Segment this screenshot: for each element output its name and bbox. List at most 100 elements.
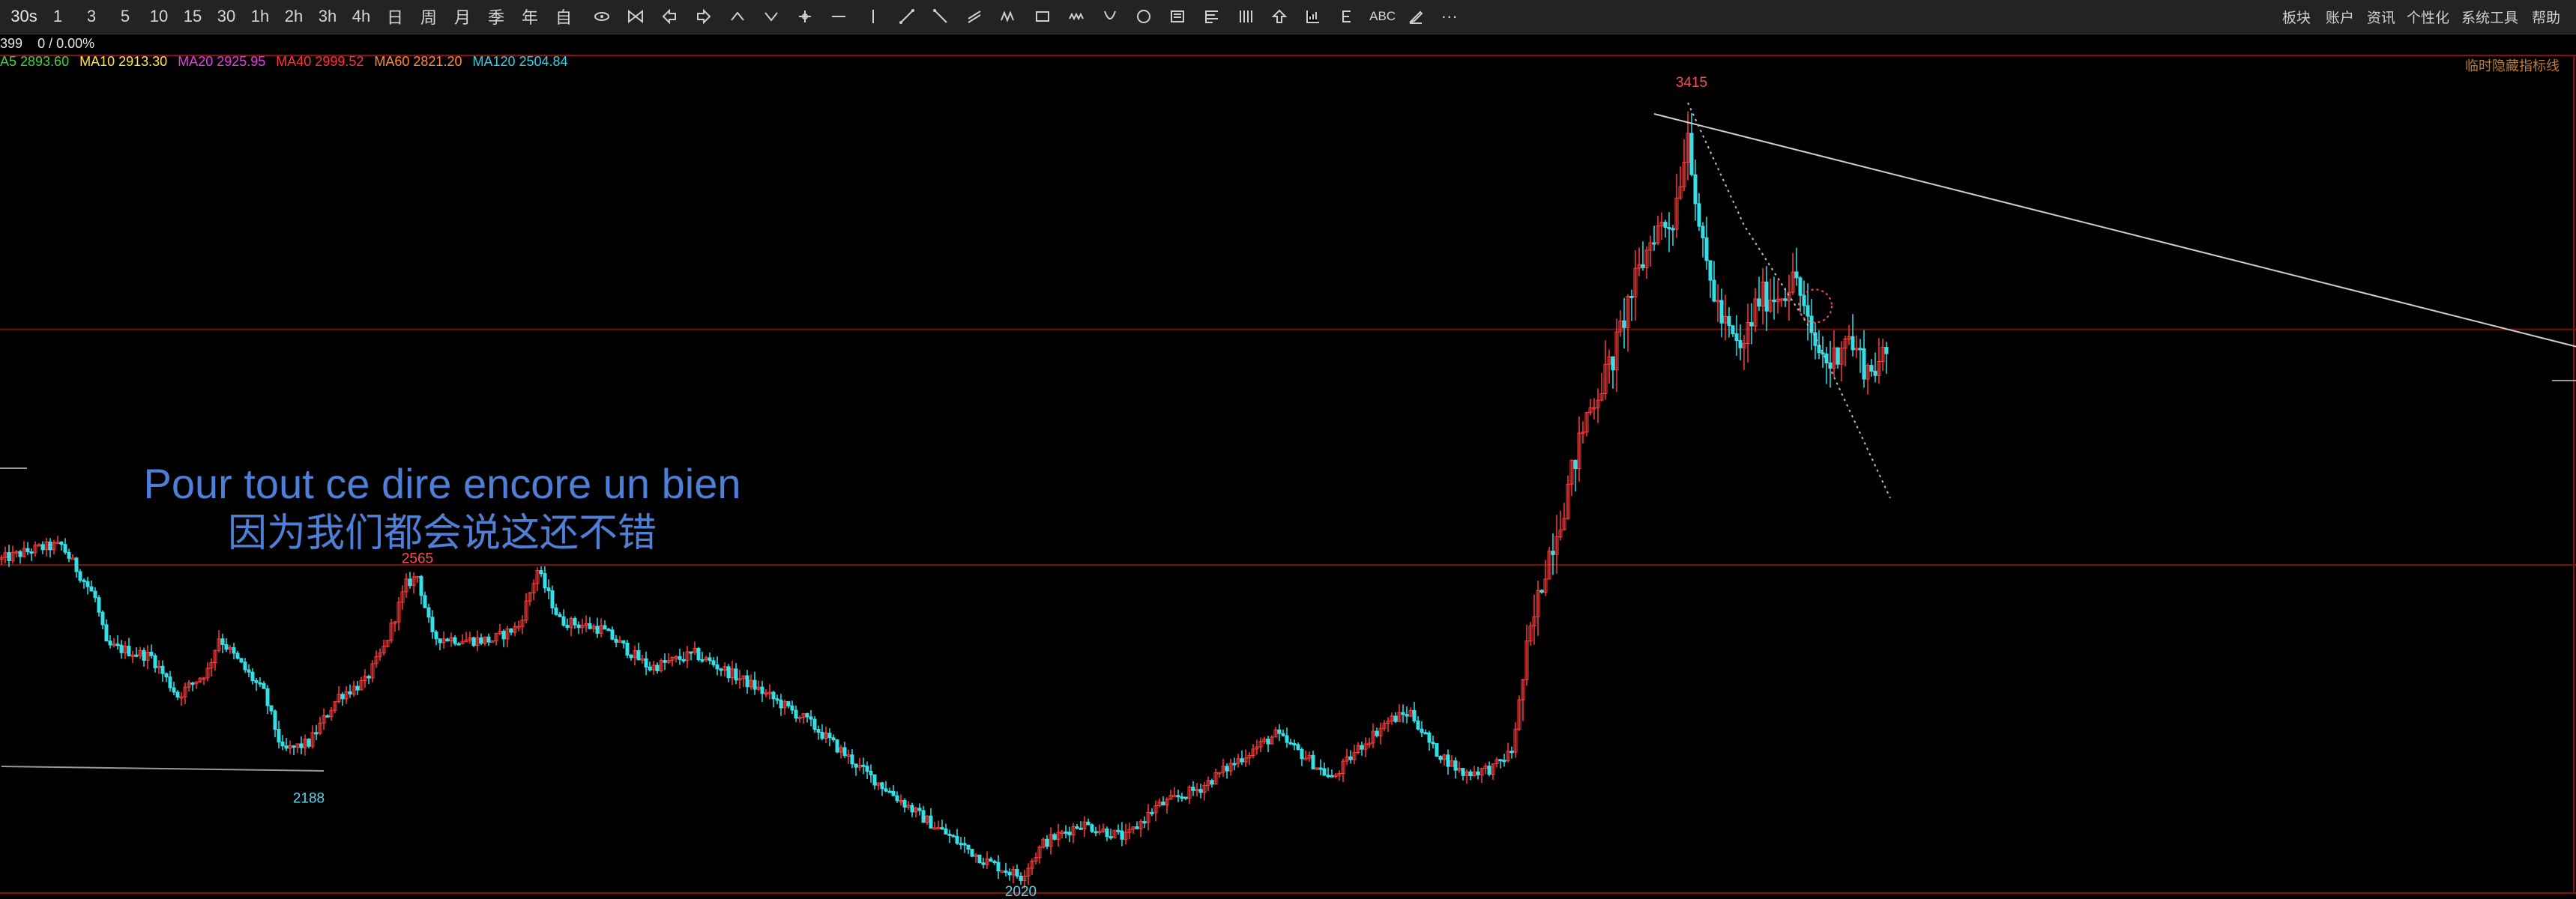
candle-body — [820, 732, 824, 739]
candle-body — [501, 630, 506, 640]
candle-body — [790, 705, 794, 711]
candle-body — [1015, 869, 1019, 877]
trend-line — [1653, 113, 2576, 348]
candle-body — [1708, 260, 1713, 281]
candle-body — [816, 729, 821, 733]
candle-body — [663, 660, 667, 663]
candle-body — [1704, 237, 1709, 261]
left-guide-line — [1, 765, 325, 772]
candle-body — [247, 669, 251, 673]
candle-body — [423, 595, 427, 608]
candle-body — [127, 646, 131, 656]
candle-body — [543, 573, 547, 589]
candle-body — [812, 718, 817, 730]
candle-body — [1277, 729, 1282, 734]
candle-body — [779, 699, 783, 709]
candle-body — [172, 687, 176, 693]
candle-body — [325, 715, 330, 718]
candle-body — [239, 658, 244, 663]
candle-body — [1858, 348, 1862, 351]
candle-body — [269, 705, 274, 712]
candle-body — [1749, 321, 1754, 327]
candle-body — [786, 701, 791, 706]
candle-body — [273, 710, 277, 730]
candle-body — [160, 665, 165, 674]
candle-body — [1719, 300, 1724, 324]
candle-body — [1161, 802, 1165, 805]
candle-body — [153, 655, 157, 668]
candle-body — [1431, 742, 1435, 745]
candle-body — [1176, 795, 1180, 798]
candle-body — [104, 624, 109, 642]
candle-body — [1303, 757, 1308, 760]
candle-body — [603, 625, 607, 630]
candle-body — [1802, 294, 1806, 306]
candle-body — [1232, 763, 1237, 766]
candle-body — [1461, 768, 1465, 776]
candle-body — [224, 644, 229, 650]
candle-body — [89, 586, 94, 592]
candle-body — [992, 861, 997, 864]
candle-body — [408, 578, 412, 587]
candle-body — [966, 844, 971, 850]
candle-body — [1079, 827, 1083, 830]
candle-body — [262, 682, 266, 689]
candle-body — [1697, 203, 1701, 227]
candle-body — [250, 671, 255, 682]
candle-body — [1502, 760, 1506, 763]
candle-body — [348, 691, 352, 694]
candle-body — [689, 651, 693, 654]
candle-body — [265, 688, 270, 706]
candle-body — [1004, 870, 1008, 873]
candle-body — [861, 764, 866, 767]
candle-body — [1420, 728, 1424, 733]
candle-body — [565, 625, 570, 629]
candle-body — [445, 638, 450, 642]
candlestick-chart[interactable]: 3415256521882020 — [0, 0, 2576, 899]
candle-body — [108, 641, 112, 646]
candle-body — [164, 673, 169, 678]
candle-body — [700, 659, 705, 662]
candle-body — [775, 698, 779, 701]
candle-body — [1539, 590, 1544, 593]
candle-body — [947, 833, 952, 836]
candle-body — [880, 782, 884, 790]
candle-body — [277, 729, 281, 742]
candle-body — [1281, 733, 1285, 736]
candle-body — [951, 835, 956, 838]
candle-body — [1731, 325, 1735, 335]
candle-body — [1641, 264, 1645, 268]
low-label-2020: 2020 — [1005, 884, 1037, 899]
candle-body — [254, 680, 259, 683]
candle-body — [1487, 766, 1491, 775]
candle-body — [539, 570, 543, 575]
candle-body — [1292, 742, 1297, 745]
candle-body — [1622, 320, 1626, 328]
candle-body — [453, 637, 457, 644]
candle-body — [1734, 333, 1739, 342]
candle-body — [708, 657, 712, 662]
candle-body — [1086, 821, 1091, 826]
candle-body — [558, 614, 562, 617]
candle-body — [678, 656, 682, 660]
candle-body — [902, 800, 907, 808]
candle-body — [119, 644, 124, 653]
candle-body — [1108, 836, 1113, 839]
candle-body — [1142, 821, 1147, 824]
candle-body — [82, 580, 86, 583]
candle-body — [1393, 715, 1398, 722]
candle-body — [1180, 796, 1184, 799]
candle-body — [1198, 789, 1203, 793]
candle-body — [1663, 222, 1668, 228]
candle-body — [1318, 767, 1323, 770]
candle-body — [1360, 745, 1364, 750]
candle-body — [681, 659, 686, 662]
candle-body — [456, 643, 461, 646]
candle-body — [134, 654, 139, 657]
subtitle-line-chinese: 因为我们都会说这还不错 — [227, 512, 657, 555]
candle-body — [1821, 352, 1825, 355]
candle-body — [944, 829, 948, 835]
candle-body — [479, 637, 483, 644]
candle-body — [726, 666, 731, 679]
candle-body — [93, 590, 97, 599]
